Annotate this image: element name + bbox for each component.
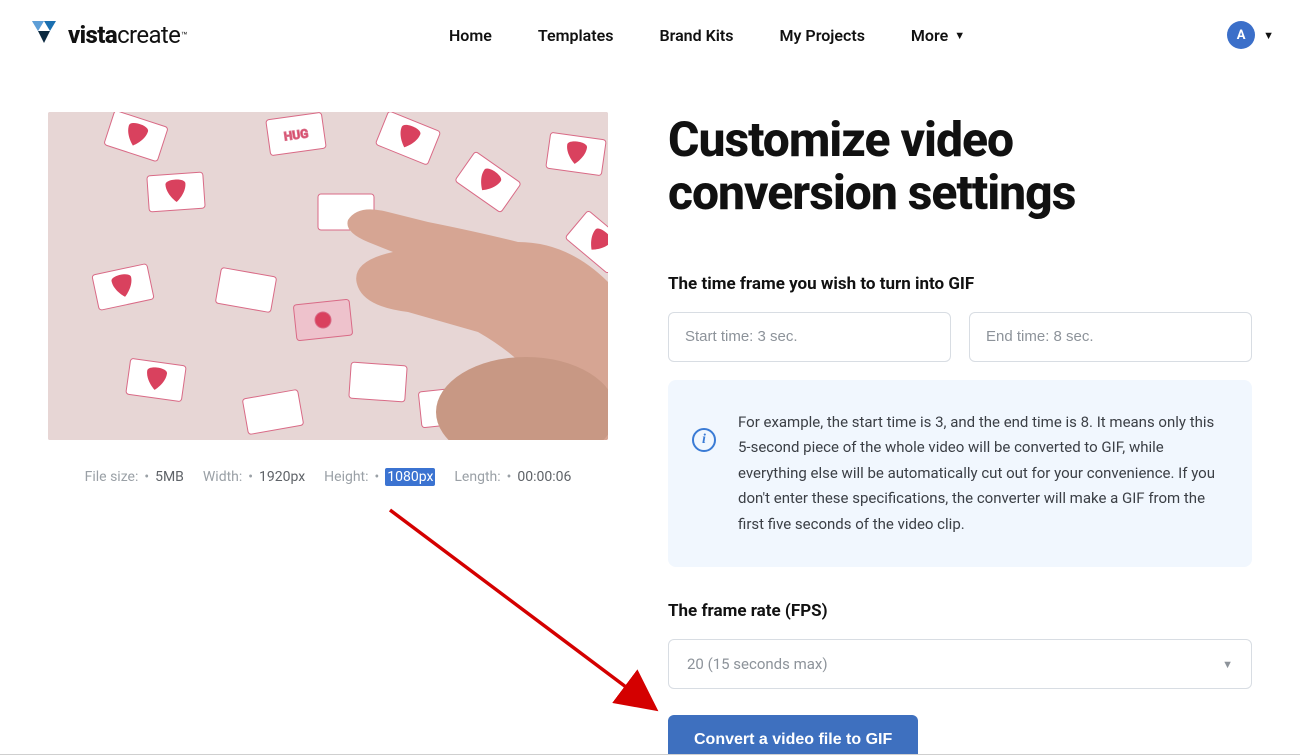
chevron-down-icon: ▼ bbox=[954, 29, 965, 42]
nav-templates[interactable]: Templates bbox=[538, 26, 614, 45]
meta-filesize-value: 5MB bbox=[155, 469, 184, 485]
fps-label: The frame rate (FPS) bbox=[668, 601, 1252, 621]
info-box: i For example, the start time is 3, and … bbox=[668, 380, 1252, 568]
nav-my-projects[interactable]: My Projects bbox=[780, 26, 865, 45]
nav-brand-kits[interactable]: Brand Kits bbox=[659, 26, 733, 45]
top-nav: vistacreate™ Home Templates Brand Kits M… bbox=[0, 0, 1300, 70]
nav-account[interactable]: A ▼ bbox=[1227, 21, 1274, 49]
info-icon: i bbox=[692, 428, 716, 452]
logo-icon bbox=[30, 19, 58, 51]
meta-length-value: 00:00:06 bbox=[517, 469, 571, 485]
nav-more-label: More bbox=[911, 26, 948, 45]
meta-length-label: Length: bbox=[454, 469, 500, 485]
left-column: HUG bbox=[48, 112, 608, 755]
video-metadata: File size: • 5MB Width: • 1920px Height:… bbox=[48, 468, 608, 486]
meta-dot: • bbox=[248, 469, 253, 485]
start-time-input[interactable] bbox=[668, 312, 951, 362]
convert-button[interactable]: Convert a video file to GIF bbox=[668, 715, 918, 755]
nav-home[interactable]: Home bbox=[449, 26, 492, 45]
info-text: For example, the start time is 3, and th… bbox=[738, 413, 1215, 533]
preview-illustration: HUG bbox=[48, 112, 608, 440]
meta-filesize-label: File size: bbox=[85, 469, 139, 485]
nav-links: Home Templates Brand Kits My Projects Mo… bbox=[187, 26, 1227, 45]
time-frame-label: The time frame you wish to turn into GIF bbox=[668, 274, 1252, 294]
brand-logo[interactable]: vistacreate™ bbox=[30, 19, 187, 51]
main-content: HUG bbox=[0, 70, 1300, 755]
meta-height-value: 1080px bbox=[385, 468, 435, 486]
meta-dot: • bbox=[375, 469, 380, 485]
chevron-down-icon: ▼ bbox=[1222, 658, 1233, 671]
right-column: Customize video conversion settings The … bbox=[668, 112, 1252, 755]
time-inputs-row bbox=[668, 312, 1252, 362]
end-time-input[interactable] bbox=[969, 312, 1252, 362]
meta-height-label: Height: bbox=[324, 469, 368, 485]
brand-text: vistacreate™ bbox=[68, 21, 187, 49]
page-title: Customize video conversion settings bbox=[668, 114, 1252, 220]
fps-value: 20 (15 seconds max) bbox=[687, 655, 828, 673]
fps-select[interactable]: 20 (15 seconds max) ▼ bbox=[668, 639, 1252, 689]
meta-width-label: Width: bbox=[203, 469, 242, 485]
video-preview[interactable]: HUG bbox=[48, 112, 608, 440]
meta-dot: • bbox=[507, 469, 512, 485]
meta-width-value: 1920px bbox=[259, 469, 305, 485]
nav-more[interactable]: More ▼ bbox=[911, 26, 965, 45]
chevron-down-icon: ▼ bbox=[1263, 29, 1274, 42]
meta-dot: • bbox=[144, 469, 149, 485]
avatar: A bbox=[1227, 21, 1255, 49]
